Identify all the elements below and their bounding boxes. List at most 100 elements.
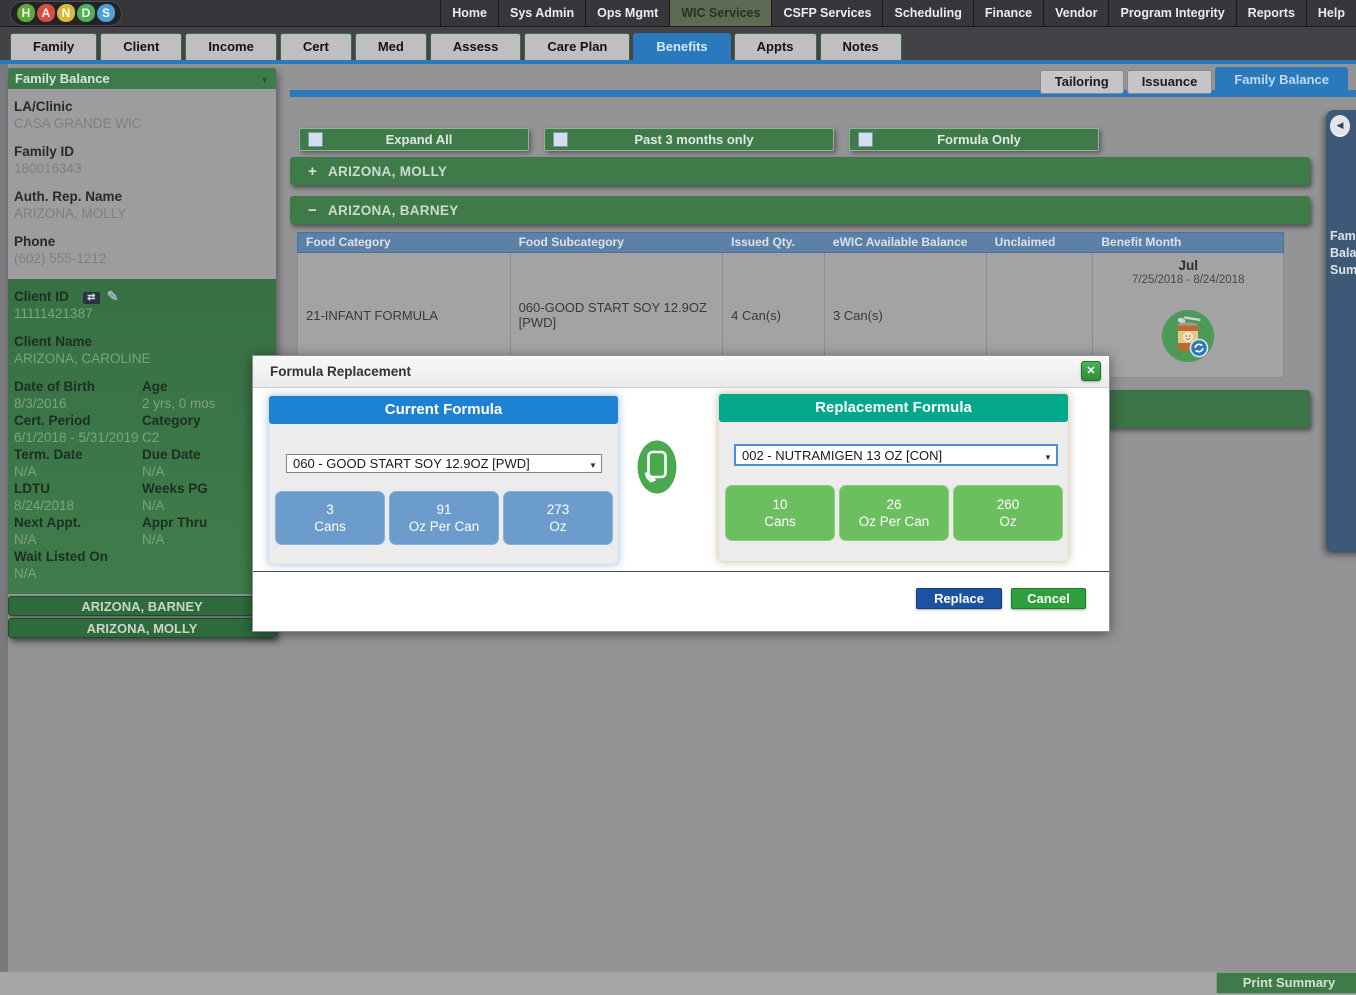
expand-all-toggle[interactable]: Expand All: [299, 128, 529, 151]
tab-family-balance[interactable]: Family Balance: [1215, 67, 1348, 94]
tab-notes[interactable]: Notes: [820, 33, 902, 60]
nav-item-vendor[interactable]: Vendor: [1043, 0, 1108, 26]
selected-option: 002 - NUTRAMIGEN 13 OZ [CON]: [736, 448, 1040, 463]
tab-benefits[interactable]: Benefits: [633, 33, 730, 60]
column-header: Unclaimed: [987, 233, 1094, 252]
logo-letter: H: [17, 4, 35, 22]
column-header: eWIC Available Balance: [825, 233, 987, 252]
column-header: Issued Qty.: [723, 233, 825, 252]
cancel-button[interactable]: Cancel: [1011, 588, 1086, 609]
replacement-formula-select[interactable]: 002 - NUTRAMIGEN 13 OZ [CON]: [734, 444, 1058, 466]
app-window: H A N D S Home Sys Admin Ops Mgmt WIC Se…: [0, 0, 1356, 995]
sidebar-header-family-balance[interactable]: Family Balance: [8, 68, 276, 89]
tab-appts[interactable]: Appts: [734, 33, 817, 60]
filter-label: Expand All: [323, 132, 515, 147]
field-value: ARIZONA, MOLLY: [14, 205, 270, 222]
nav-item-wic-services[interactable]: WIC Services: [669, 0, 771, 26]
replacement-formula-stats: 10Cans 26Oz Per Can 260Oz: [725, 485, 1063, 541]
stat-box-cans: 10Cans: [725, 485, 835, 541]
field-label: Term. Date: [14, 446, 142, 463]
client-info-section: Client ID 11111421387 Client NameARIZONA…: [8, 279, 276, 594]
past-3-months-checkbox[interactable]: [553, 132, 568, 147]
panel-title: Family Balance Summary: [1330, 228, 1356, 279]
field-value: N/A: [14, 531, 142, 548]
tab-family[interactable]: Family: [10, 33, 97, 60]
nav-item-help[interactable]: Help: [1306, 0, 1356, 26]
replace-button[interactable]: Replace: [916, 588, 1002, 609]
dialog-title: Formula Replacement: [253, 356, 1109, 387]
tab-issuance[interactable]: Issuance: [1127, 70, 1213, 94]
field-value: N/A: [14, 463, 142, 480]
collapse-icon: −: [308, 202, 322, 219]
member-button-molly[interactable]: ARIZONA, MOLLY: [8, 618, 276, 638]
edit-icon[interactable]: [107, 288, 119, 305]
close-icon[interactable]: ✕: [1081, 361, 1101, 381]
formula-replacement-dialog: Formula Replacement ✕ Current Formula 06…: [252, 355, 1110, 632]
nav-item-reports[interactable]: Reports: [1236, 0, 1306, 26]
chevron-down-icon: [1040, 448, 1056, 463]
nav-item-home[interactable]: Home: [440, 0, 498, 26]
member-button-barney[interactable]: ARIZONA, BARNEY: [8, 596, 276, 616]
family-sidebar: Family Balance LA/ClinicCASA GRANDE WIC …: [8, 68, 276, 638]
section-bar-barney[interactable]: − ARIZONA, BARNEY: [290, 196, 1310, 224]
nav-item-finance[interactable]: Finance: [973, 0, 1043, 26]
expand-all-checkbox[interactable]: [308, 132, 323, 147]
nav-item-program-integrity[interactable]: Program Integrity: [1108, 0, 1235, 26]
current-formula-select[interactable]: 060 - GOOD START SOY 12.9OZ [PWD]: [286, 454, 602, 473]
nav-item-ops-mgmt[interactable]: Ops Mgmt: [585, 0, 669, 26]
main-menu: Home Sys Admin Ops Mgmt WIC Services CSF…: [440, 0, 1356, 26]
field-label: Phone: [14, 233, 270, 250]
benefits-view-tabs: Tailoring Issuance Family Balance: [1040, 67, 1348, 94]
current-formula-panel: Current Formula 060 - GOOD START SOY 12.…: [268, 395, 619, 565]
logo-letter: D: [77, 4, 95, 22]
collapse-panel-button[interactable]: [1330, 115, 1350, 137]
nav-item-scheduling[interactable]: Scheduling: [882, 0, 972, 26]
field-value: (602) 555-1212: [14, 250, 270, 267]
chevron-down-icon: [260, 68, 269, 91]
selected-option: 060 - GOOD START SOY 12.9OZ [PWD]: [287, 456, 585, 471]
nav-item-csfp-services[interactable]: CSFP Services: [771, 0, 882, 26]
field-label: LDTU: [14, 480, 142, 497]
stat-box-total-oz: 273Oz: [503, 491, 613, 545]
field-value: N/A: [142, 463, 270, 480]
field-label: LA/Clinic: [14, 98, 270, 115]
tab-med[interactable]: Med: [355, 33, 427, 60]
panel-title-line: Family: [1330, 228, 1356, 245]
nav-item-sys-admin[interactable]: Sys Admin: [498, 0, 585, 26]
dialog-footer-divider: [253, 571, 1109, 572]
switch-client-icon[interactable]: [83, 292, 100, 304]
field-label: Client ID: [14, 289, 69, 304]
section-bar-molly[interactable]: + ARIZONA, MOLLY: [290, 157, 1310, 185]
tab-assess[interactable]: Assess: [430, 33, 522, 60]
panel-title-line: Balance: [1330, 245, 1356, 262]
logo-letter: A: [37, 4, 55, 22]
field-value: CASA GRANDE WIC: [14, 115, 270, 132]
client-id-row: Client ID: [14, 288, 270, 305]
field-label: Family ID: [14, 143, 270, 160]
footer-strip: [0, 972, 1356, 995]
tab-tailoring[interactable]: Tailoring: [1040, 70, 1124, 94]
field-value: N/A: [142, 531, 270, 548]
field-label: Wait Listed On: [14, 548, 270, 565]
tab-accent-strip: [0, 60, 1356, 64]
past-3-months-toggle[interactable]: Past 3 months only: [544, 128, 834, 151]
print-summary-button[interactable]: Print Summary: [1216, 972, 1356, 994]
field-value: 8/3/2016: [14, 395, 142, 412]
logo-letter: N: [57, 4, 75, 22]
field-value: N/A: [142, 497, 270, 514]
formula-replacement-icon[interactable]: [1162, 310, 1214, 362]
tab-income[interactable]: Income: [185, 33, 277, 60]
sidebar-title: Family Balance: [15, 71, 110, 86]
tab-care-plan[interactable]: Care Plan: [524, 33, 630, 60]
field-label: Category: [142, 412, 270, 429]
field-value: N/A: [14, 565, 270, 582]
tab-cert[interactable]: Cert: [280, 33, 352, 60]
formula-only-toggle[interactable]: Formula Only: [849, 128, 1099, 151]
client-id-value: 11111421387: [14, 305, 270, 322]
field-label: Appr Thru: [142, 514, 270, 531]
top-nav-bar: H A N D S Home Sys Admin Ops Mgmt WIC Se…: [0, 0, 1356, 27]
stat-box-oz-per-can: 91Oz Per Can: [389, 491, 499, 545]
formula-only-checkbox[interactable]: [858, 132, 873, 147]
field-label: Next Appt.: [14, 514, 142, 531]
tab-client[interactable]: Client: [100, 33, 182, 60]
